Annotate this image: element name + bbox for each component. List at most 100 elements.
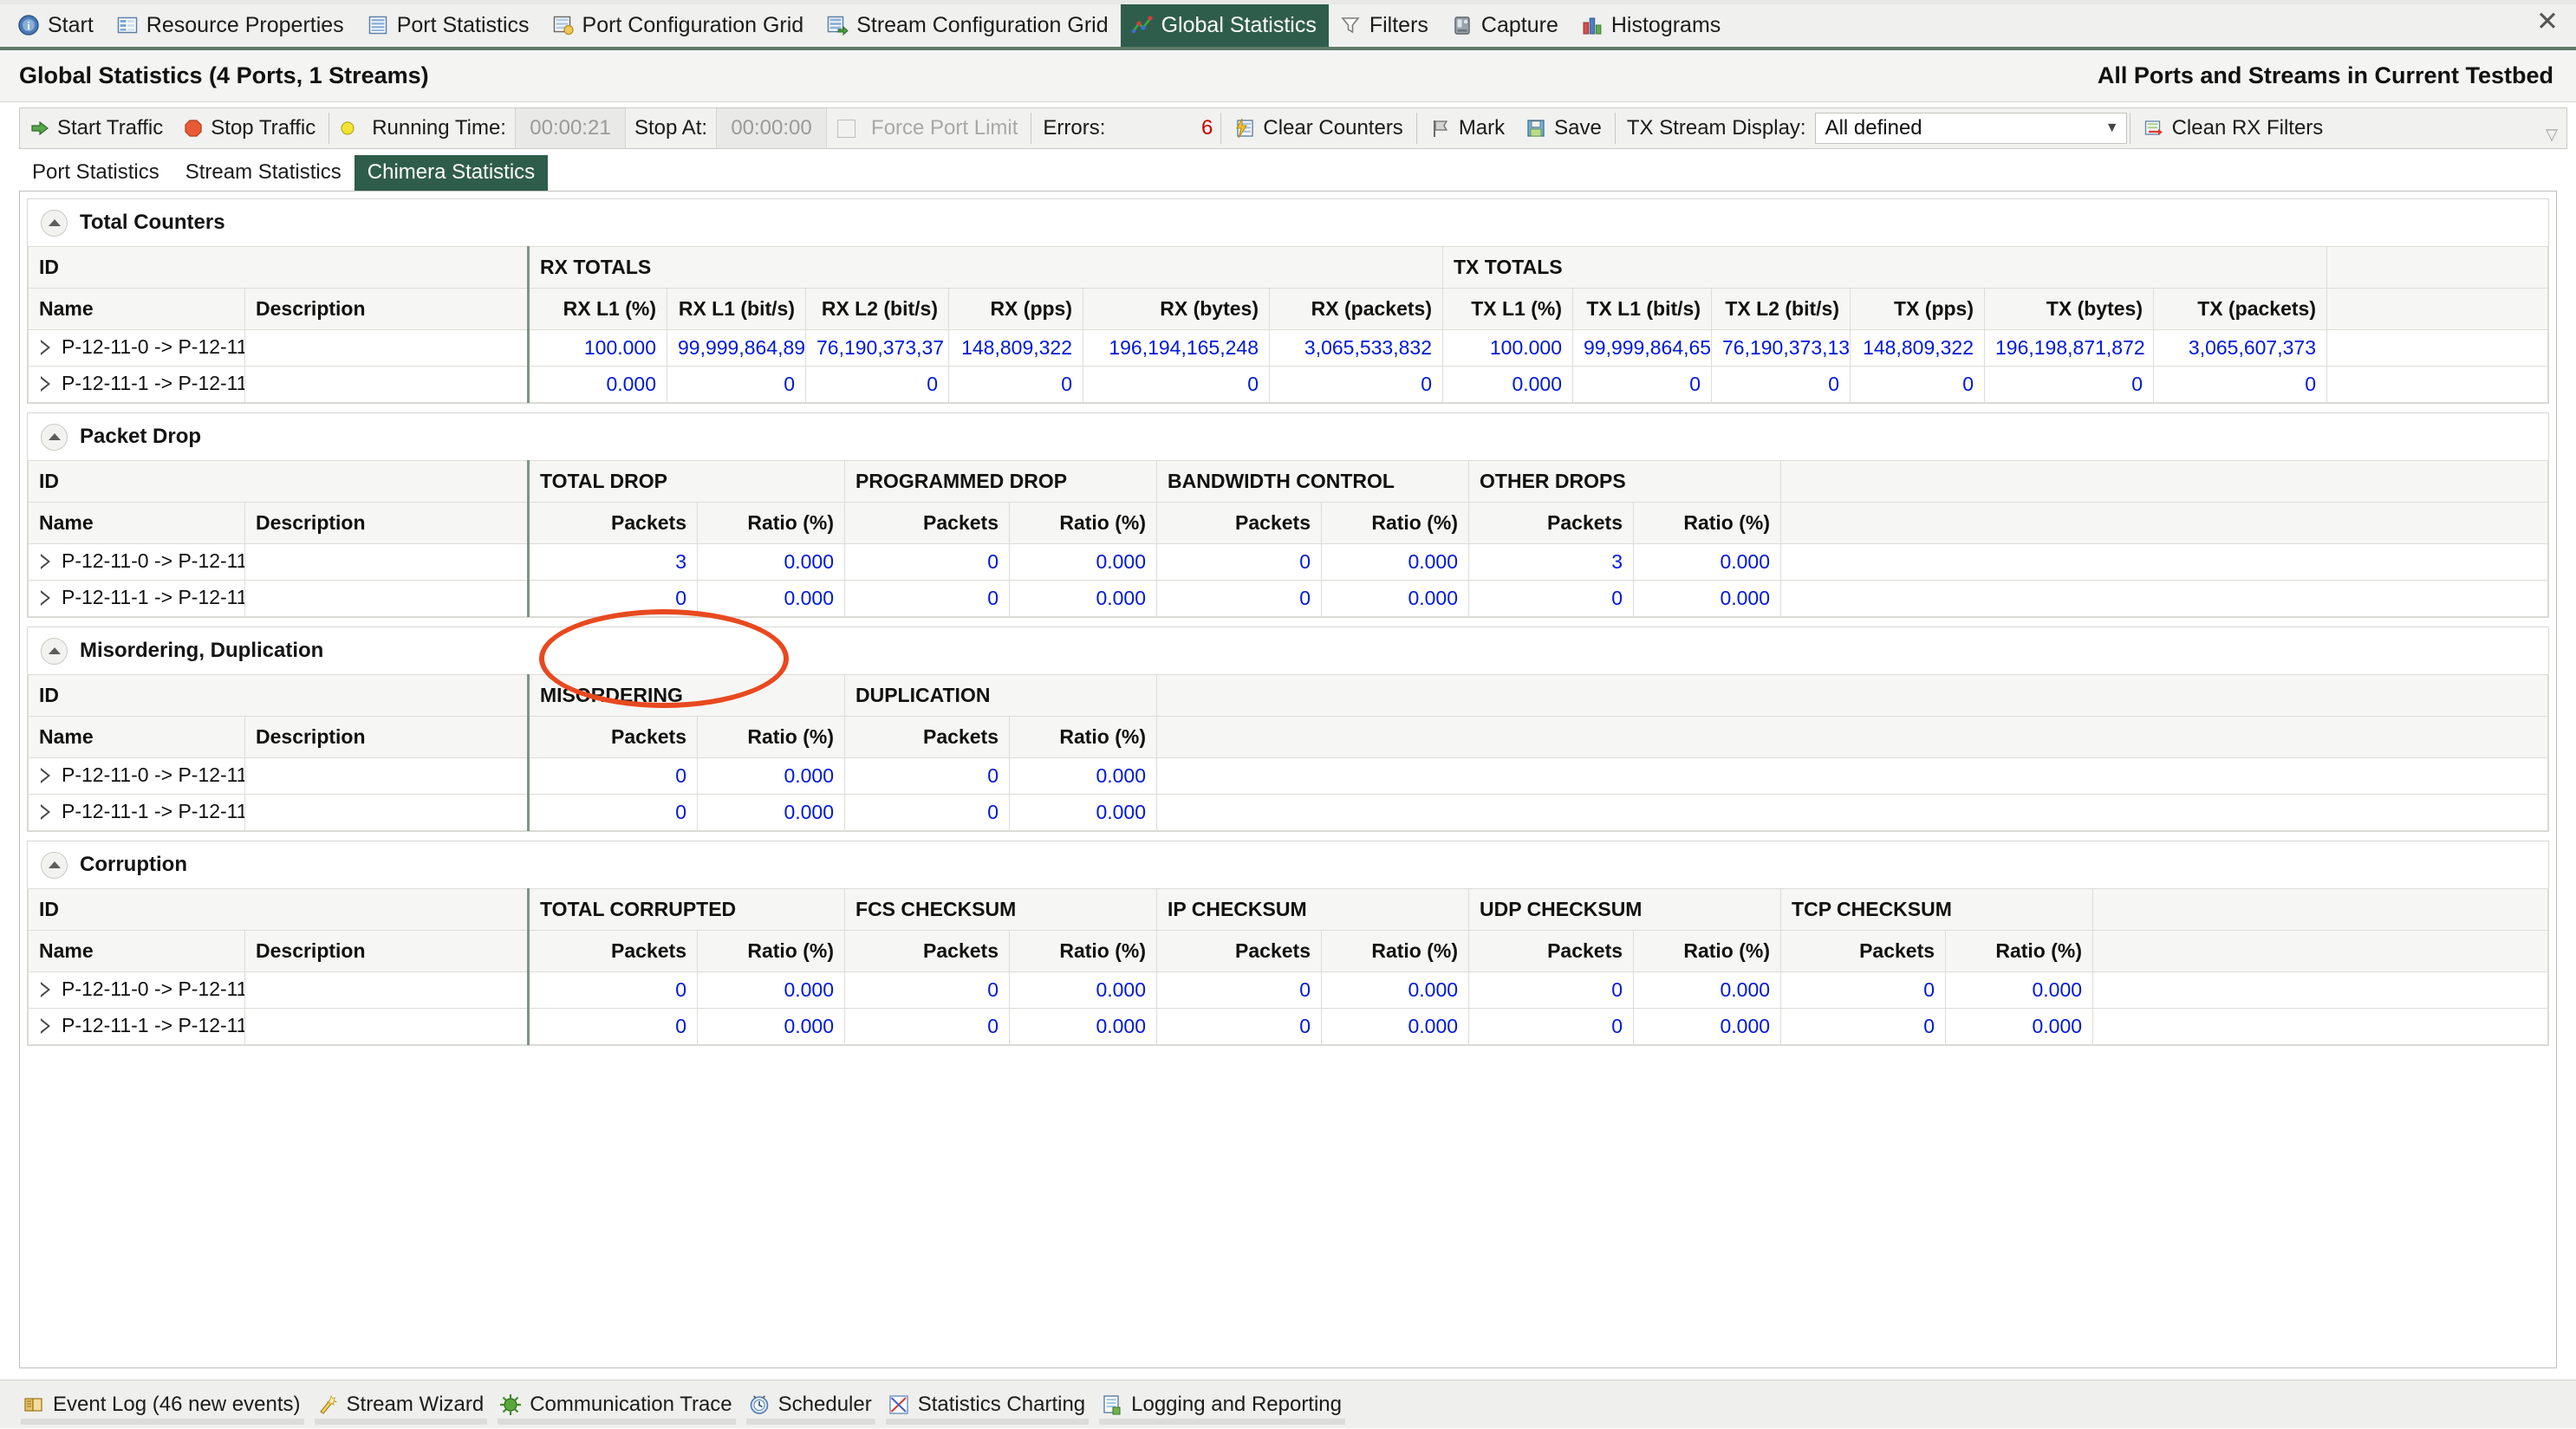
col-fcs-checksum-ratio[interactable]: Ratio (%) [1010, 931, 1157, 972]
collapse-up-icon[interactable] [41, 424, 68, 451]
subtab-stream-statistics[interactable]: Stream Statistics [172, 155, 355, 191]
clean-rx-filters-button[interactable]: Clean RX Filters [2133, 108, 2334, 148]
expand-triangle-icon[interactable] [41, 340, 50, 355]
force-port-limit-checkbox[interactable]: Force Port Limit [827, 108, 1028, 148]
col-total-corrupted-packets[interactable]: Packets [529, 931, 698, 972]
save-button[interactable]: Save [1515, 108, 1612, 148]
col-programmed-drop-ratio[interactable]: Ratio (%) [1010, 503, 1157, 544]
section-header[interactable]: Packet Drop [28, 413, 2548, 460]
col-bandwidth-control-ratio[interactable]: Ratio (%) [1322, 503, 1469, 544]
tab-resource-properties[interactable]: Resource Properties [106, 3, 356, 47]
close-icon[interactable]: ✕ [2533, 7, 2562, 36]
tx-stream-display-select[interactable]: All defined ▼ [1815, 113, 2127, 144]
start-traffic-button[interactable]: Start Traffic [20, 108, 173, 148]
stop-at-value[interactable]: 00:00:00 [716, 108, 827, 148]
col-duplication-ratio[interactable]: Ratio (%) [1010, 717, 1157, 758]
col-misordering-ratio[interactable]: Ratio (%) [698, 717, 845, 758]
col-tx-packets[interactable]: TX (packets) [2154, 289, 2327, 330]
row-name-cell[interactable]: P-12-11-0 -> P-12-11- [29, 544, 245, 581]
section-header[interactable]: Total Counters [28, 199, 2548, 246]
col-description[interactable]: Description [245, 931, 529, 972]
clear-counters-button[interactable]: Clear Counters [1224, 108, 1413, 148]
expand-triangle-icon[interactable] [41, 1018, 50, 1034]
col-rx-l2-bits[interactable]: RX L2 (bit/s) [806, 289, 949, 330]
tab-histograms[interactable]: Histograms [1571, 3, 1733, 47]
status-item-stream-wizard[interactable]: Stream Wizard [313, 1380, 497, 1429]
col-name[interactable]: Name [29, 289, 245, 330]
col-ip-checksum-ratio[interactable]: Ratio (%) [1322, 931, 1469, 972]
col-total-drop-ratio[interactable]: Ratio (%) [698, 503, 845, 544]
row-name-cell[interactable]: P-12-11-1 -> P-12-11- [29, 1009, 245, 1045]
subtab-chimera-statistics[interactable]: Chimera Statistics [355, 155, 548, 191]
tab-global-statistics[interactable]: Global Statistics [1121, 3, 1329, 47]
col-other-drops-ratio[interactable]: Ratio (%) [1634, 503, 1781, 544]
expand-triangle-icon[interactable] [41, 554, 50, 569]
col-duplication-packets[interactable]: Packets [845, 717, 1010, 758]
status-item-logging-and-reporting[interactable]: Logging and Reporting [1097, 1380, 1354, 1429]
col-udp-checksum-ratio[interactable]: Ratio (%) [1634, 931, 1781, 972]
toolbar-overflow-button[interactable]: ▽ [2546, 108, 2566, 148]
col-rx-l1-pct[interactable]: RX L1 (%) [529, 289, 667, 330]
tab-filters[interactable]: Filters [1329, 3, 1441, 47]
table-row[interactable]: P-12-11-0 -> P-12-11- 100.000 99,999,864… [29, 330, 2548, 367]
table-row[interactable]: P-12-11-1 -> P-12-11- 0 0.000 0 0.000 [29, 795, 2548, 831]
table-row[interactable]: P-12-11-0 -> P-12-11- 3 0.000 0 0.000 0 … [29, 544, 2548, 581]
section-header[interactable]: Corruption [28, 841, 2548, 888]
col-udp-checksum-packets[interactable]: Packets [1469, 931, 1634, 972]
col-programmed-drop-packets[interactable]: Packets [845, 503, 1010, 544]
row-name-cell[interactable]: P-12-11-1 -> P-12-11- [29, 795, 245, 831]
status-item-statistics-charting[interactable]: Statistics Charting [884, 1380, 1097, 1429]
col-tx-bytes[interactable]: TX (bytes) [1985, 289, 2154, 330]
collapse-up-icon[interactable] [41, 210, 68, 237]
col-other-drops-packets[interactable]: Packets [1469, 503, 1634, 544]
col-tx-l2-bits[interactable]: TX L2 (bit/s) [1712, 289, 1851, 330]
mark-button[interactable]: Mark [1420, 108, 1515, 148]
col-misordering-packets[interactable]: Packets [529, 717, 698, 758]
table-row[interactable]: P-12-11-0 -> P-12-11- 0 0.000 0 0.000 0 … [29, 972, 2548, 1009]
stop-traffic-button[interactable]: Stop Traffic [173, 108, 326, 148]
subtab-port-statistics[interactable]: Port Statistics [19, 155, 172, 191]
col-name[interactable]: Name [29, 717, 245, 758]
col-description[interactable]: Description [245, 717, 529, 758]
tab-port-configuration-grid[interactable]: Port Configuration Grid [542, 3, 816, 47]
tab-capture[interactable]: Capture [1441, 3, 1571, 47]
col-tx-pps[interactable]: TX (pps) [1851, 289, 1985, 330]
col-rx-bytes[interactable]: RX (bytes) [1083, 289, 1270, 330]
col-name[interactable]: Name [29, 503, 245, 544]
col-rx-pps[interactable]: RX (pps) [949, 289, 1083, 330]
col-bandwidth-control-packets[interactable]: Packets [1157, 503, 1322, 544]
tab-port-statistics[interactable]: Port Statistics [356, 3, 542, 47]
expand-triangle-icon[interactable] [41, 982, 50, 997]
row-name-cell[interactable]: P-12-11-0 -> P-12-11- [29, 330, 245, 367]
expand-triangle-icon[interactable] [41, 376, 50, 392]
tab-stream-configuration-grid[interactable]: Stream Configuration Grid [816, 3, 1120, 47]
table-row[interactable]: P-12-11-1 -> P-12-11- 0.000 0 0 0 0 0 0.… [29, 367, 2548, 403]
col-rx-packets[interactable]: RX (packets) [1270, 289, 1443, 330]
tab-start[interactable]: i Start [7, 3, 106, 47]
status-item-communication-trace[interactable]: Communication Trace [496, 1380, 744, 1429]
expand-triangle-icon[interactable] [41, 590, 50, 606]
col-rx-l1-bits[interactable]: RX L1 (bit/s) [667, 289, 806, 330]
col-description[interactable]: Description [245, 289, 529, 330]
status-item-scheduler[interactable]: Scheduler [745, 1380, 884, 1429]
expand-triangle-icon[interactable] [41, 768, 50, 783]
col-ip-checksum-packets[interactable]: Packets [1157, 931, 1322, 972]
row-name-cell[interactable]: P-12-11-0 -> P-12-11- [29, 758, 245, 795]
table-row[interactable]: P-12-11-1 -> P-12-11- 0 0.000 0 0.000 0 … [29, 1009, 2548, 1045]
collapse-up-icon[interactable] [41, 638, 68, 665]
col-tx-l1-bits[interactable]: TX L1 (bit/s) [1573, 289, 1712, 330]
row-name-cell[interactable]: P-12-11-1 -> P-12-11- [29, 367, 245, 403]
collapse-up-icon[interactable] [41, 852, 68, 879]
col-tx-l1-pct[interactable]: TX L1 (%) [1443, 289, 1573, 330]
col-total-drop-packets[interactable]: Packets [529, 503, 698, 544]
col-tcp-checksum-packets[interactable]: Packets [1781, 931, 1946, 972]
table-row[interactable]: P-12-11-1 -> P-12-11- 0 0.000 0 0.000 0 … [29, 581, 2548, 617]
table-row[interactable]: P-12-11-0 -> P-12-11- 0 0.000 0 0.000 [29, 758, 2548, 795]
col-fcs-checksum-packets[interactable]: Packets [845, 931, 1010, 972]
col-tcp-checksum-ratio[interactable]: Ratio (%) [1946, 931, 2093, 972]
row-name-cell[interactable]: P-12-11-1 -> P-12-11- [29, 581, 245, 617]
row-name-cell[interactable]: P-12-11-0 -> P-12-11- [29, 972, 245, 1009]
col-total-corrupted-ratio[interactable]: Ratio (%) [698, 931, 845, 972]
col-description[interactable]: Description [245, 503, 529, 544]
col-name[interactable]: Name [29, 931, 245, 972]
